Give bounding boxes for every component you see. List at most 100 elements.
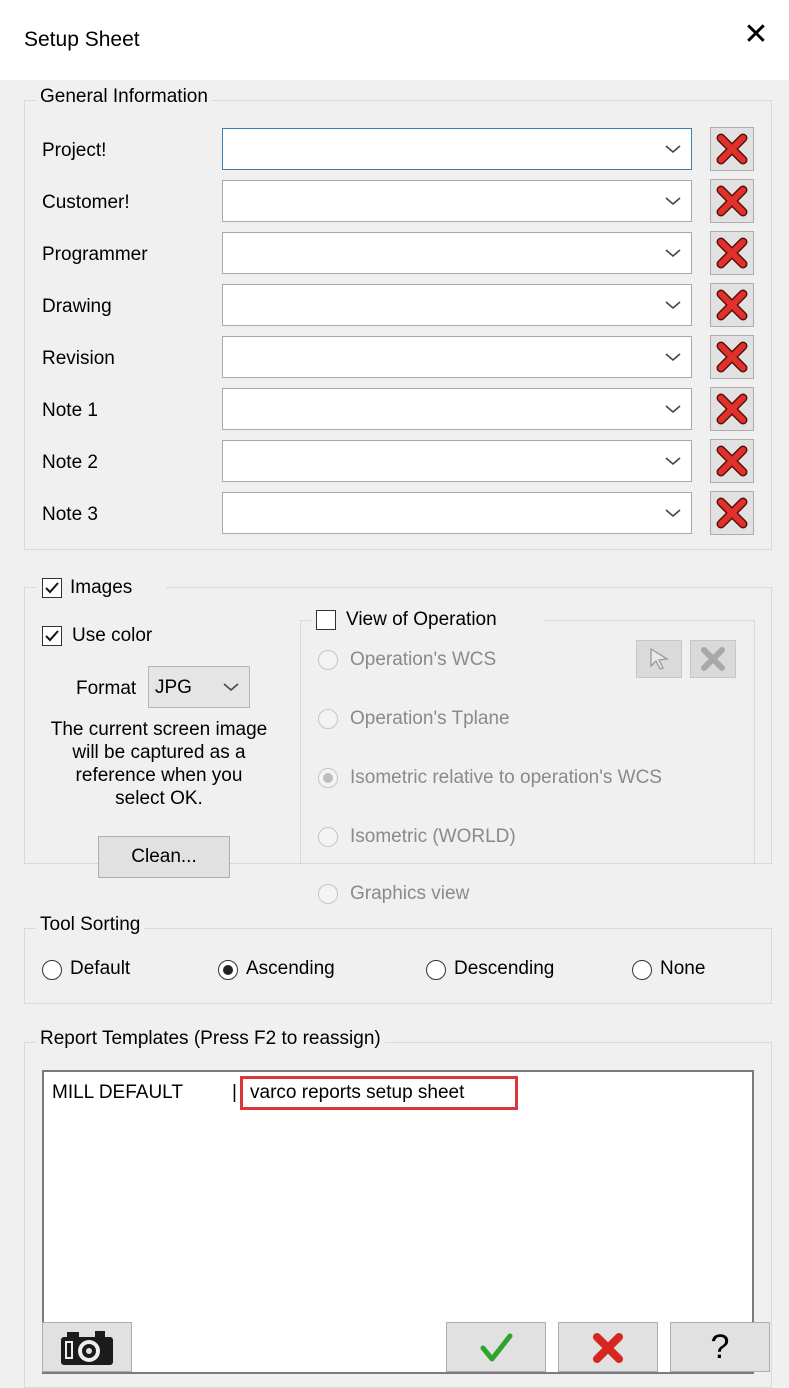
view-option-radio[interactable] (318, 884, 338, 904)
chevron-down-icon (665, 301, 681, 310)
images-info-text: The current screen image will be capture… (44, 718, 274, 810)
view-option-label: Operation's Tplane (350, 708, 510, 729)
view-of-operation-label: View of Operation (346, 609, 497, 630)
ok-button[interactable] (446, 1322, 546, 1372)
view-option-label: Graphics view (350, 883, 470, 904)
view-option-label: Isometric (WORLD) (350, 826, 516, 847)
field-combo[interactable] (222, 232, 692, 274)
report-templates-legend: Report Templates (Press F2 to reassign) (36, 1028, 385, 1050)
field-label: Note 3 (42, 504, 98, 525)
images-label: Images (70, 577, 133, 598)
chevron-down-icon (665, 457, 681, 466)
red-x-icon (716, 289, 748, 321)
question-mark-icon: ? (710, 1328, 730, 1366)
clear-field-button[interactable] (710, 387, 754, 431)
chevron-down-icon (665, 197, 681, 206)
template-value: varco reports setup sheet (250, 1082, 465, 1103)
use-color-checkbox[interactable] (42, 626, 62, 646)
field-combo[interactable] (222, 492, 692, 534)
format-value: JPG (155, 677, 192, 698)
red-x-icon (716, 497, 748, 529)
view-option-radio[interactable] (318, 650, 338, 670)
format-label: Format (76, 678, 137, 699)
sort-option-label: Default (70, 958, 131, 979)
images-check-mark-icon (45, 582, 59, 594)
disabled-x-icon (701, 647, 725, 671)
camera-icon (61, 1331, 113, 1365)
sort-option-label: Descending (454, 958, 555, 979)
clear-field-button[interactable] (710, 231, 754, 275)
field-label: Note 2 (42, 452, 98, 473)
view-of-operation-checkbox[interactable] (316, 610, 336, 630)
red-x-icon (716, 185, 748, 217)
field-combo[interactable] (222, 388, 692, 430)
clean-button[interactable]: Clean... (98, 836, 230, 878)
checkmark-icon (480, 1333, 513, 1362)
chevron-down-icon (665, 249, 681, 258)
red-x-icon (716, 237, 748, 269)
tool-sorting-legend: Tool Sorting (36, 914, 145, 936)
field-combo[interactable] (222, 128, 692, 170)
use-color-label: Use color (72, 625, 153, 646)
sort-option-radio[interactable] (426, 960, 446, 980)
sort-option-radio[interactable] (42, 960, 62, 980)
field-label: Revision (42, 348, 115, 369)
view-option-label: Operation's WCS (350, 649, 497, 670)
images-info-line-2: will be captured as a (72, 742, 246, 763)
red-x-icon (716, 133, 748, 165)
chevron-down-icon (665, 353, 681, 362)
view-option-radio[interactable] (318, 768, 338, 788)
sort-option-label: None (660, 958, 706, 979)
images-info-line-3: reference when you (75, 765, 243, 786)
images-checkbox[interactable] (42, 578, 62, 598)
view-option-label: Isometric relative to operation's WCS (350, 767, 662, 788)
help-button[interactable]: ? (670, 1322, 770, 1372)
red-x-icon (716, 445, 748, 477)
chevron-down-icon (665, 145, 681, 154)
clear-field-button[interactable] (710, 283, 754, 327)
chevron-down-icon (665, 509, 681, 518)
images-info-line-1: The current screen image (50, 719, 268, 740)
view-option-radio[interactable] (318, 709, 338, 729)
screenshot-button[interactable] (42, 1322, 132, 1372)
clear-field-button[interactable] (710, 335, 754, 379)
field-combo[interactable] (222, 440, 692, 482)
clear-field-button[interactable] (710, 127, 754, 171)
close-icon[interactable]: ✕ (741, 20, 771, 50)
window-title: Setup Sheet (24, 28, 140, 51)
title-bar: Setup Sheet ✕ (0, 0, 789, 80)
clear-field-button[interactable] (710, 491, 754, 535)
clear-view-button[interactable] (690, 640, 736, 678)
red-x-icon (593, 1333, 623, 1363)
sort-option-radio[interactable] (218, 960, 238, 980)
cancel-button[interactable] (558, 1322, 658, 1372)
template-separator: | (232, 1082, 237, 1103)
red-x-icon (716, 393, 748, 425)
pointer-arrow-icon (650, 647, 669, 670)
chevron-down-icon (223, 683, 239, 692)
red-x-icon (716, 341, 748, 373)
field-label: Programmer (42, 244, 148, 265)
images-info-line-4: select OK. (115, 788, 203, 809)
field-label: Note 1 (42, 400, 98, 421)
sort-option-radio[interactable] (632, 960, 652, 980)
field-combo[interactable] (222, 180, 692, 222)
chevron-down-icon (665, 405, 681, 414)
field-label: Customer! (42, 192, 130, 213)
select-view-button[interactable] (636, 640, 682, 678)
template-name: MILL DEFAULT (52, 1082, 183, 1103)
view-option-radio[interactable] (318, 827, 338, 847)
clear-field-button[interactable] (710, 439, 754, 483)
sort-option-label: Ascending (246, 958, 335, 979)
field-label: Project! (42, 140, 107, 161)
clear-field-button[interactable] (710, 179, 754, 223)
images-checkbox-area[interactable]: Images (36, 574, 166, 604)
view-of-operation-checkbox-area[interactable]: View of Operation (312, 606, 544, 636)
general-information-legend: General Information (36, 86, 212, 108)
field-combo[interactable] (222, 284, 692, 326)
clean-button-label: Clean... (131, 846, 197, 867)
list-item[interactable]: MILL DEFAULT | varco reports setup sheet (52, 1076, 732, 1110)
field-combo[interactable] (222, 336, 692, 378)
field-label: Drawing (42, 296, 112, 317)
format-select[interactable]: JPG (148, 666, 250, 708)
